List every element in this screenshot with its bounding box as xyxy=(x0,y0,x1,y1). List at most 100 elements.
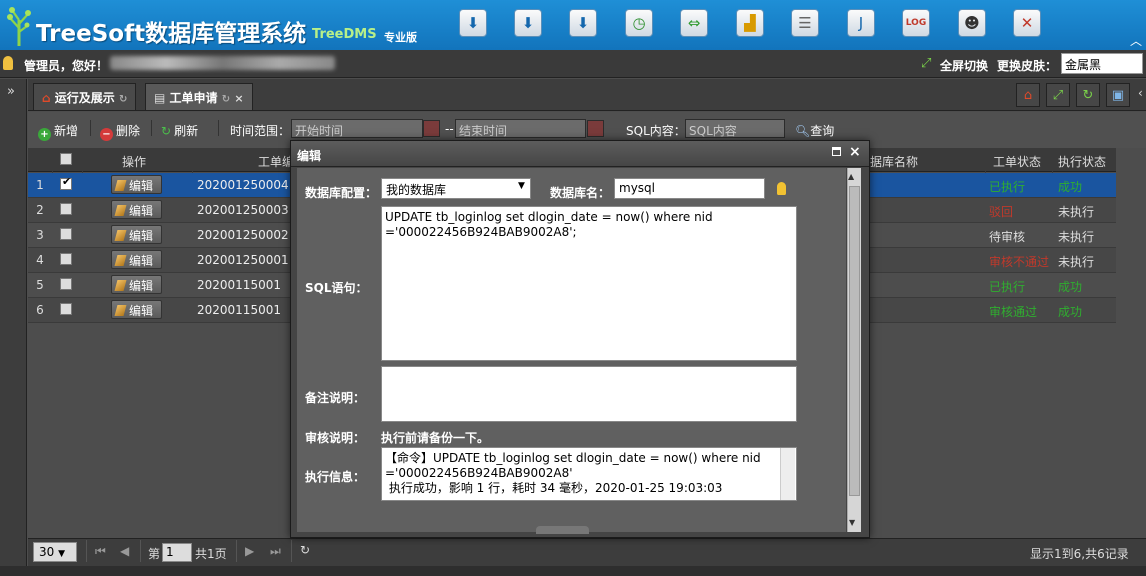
clock-icon[interactable]: ◷ xyxy=(625,9,653,37)
first-page-icon[interactable]: ⏮︎ xyxy=(95,544,106,559)
row-checkbox[interactable] xyxy=(60,278,72,290)
row-checkbox[interactable] xyxy=(60,303,72,315)
delete-button[interactable]: − 删除 xyxy=(100,122,140,141)
db-name-input[interactable]: mysql xyxy=(614,178,765,199)
left-collapsed-panel xyxy=(0,79,27,576)
row-checkbox[interactable] xyxy=(60,228,72,240)
document-icon: ▤ xyxy=(154,91,166,105)
sql-content-label: SQL内容： xyxy=(626,124,686,138)
chart-icon[interactable]: ▟ xyxy=(736,9,764,37)
scroll-down-icon[interactable]: ▼ xyxy=(849,518,855,527)
tree-logo-icon xyxy=(7,7,31,46)
collapse-right-icon[interactable]: ‹ xyxy=(1138,86,1143,100)
exec-info-scrollbar[interactable] xyxy=(780,448,795,500)
note-textarea[interactable] xyxy=(381,366,797,422)
reload-icon[interactable]: ↻ xyxy=(300,543,310,557)
home-icon: ⌂ xyxy=(42,91,51,105)
prev-page-icon[interactable]: ◀︎ xyxy=(120,544,129,558)
edit-button[interactable]: 编辑 xyxy=(111,175,162,194)
divider xyxy=(151,120,152,136)
refresh-button[interactable]: ↻ 刷新 xyxy=(161,122,198,139)
order-status: 审核通过 xyxy=(989,305,1038,319)
col-operation[interactable]: 操作 xyxy=(122,153,146,170)
fullscreen-toggle[interactable]: 全屏切换 xyxy=(940,57,988,74)
page-number-input[interactable]: 1 xyxy=(162,543,192,562)
user-icon[interactable]: ☻ xyxy=(958,9,986,37)
home-icon[interactable]: ⌂ xyxy=(1016,83,1040,107)
maximize-icon[interactable] xyxy=(832,147,841,156)
dialog-header[interactable] xyxy=(291,141,869,167)
fullscreen-icon[interactable]: ⤢ xyxy=(921,57,935,71)
lightbulb-icon[interactable] xyxy=(777,182,786,195)
close-tab-icon[interactable]: × xyxy=(234,92,243,105)
db-import-icon[interactable]: ⬇ xyxy=(459,9,487,37)
scroll-up-icon[interactable]: ▲ xyxy=(848,172,854,181)
exec-info-textarea[interactable]: 【命令】UPDATE tb_loginlog set dlogin_date =… xyxy=(381,447,797,501)
sql-textarea[interactable]: UPDATE tb_loginlog set dlogin_date = now… xyxy=(381,206,797,361)
select-all-checkbox[interactable] xyxy=(60,153,72,165)
calendar-icon[interactable] xyxy=(423,120,440,137)
db-export-icon[interactable]: ⬇ xyxy=(514,9,542,37)
order-status: 审核不通过 xyxy=(989,255,1050,269)
tab-run-display[interactable]: ⌂ 运行及展示 ↻ xyxy=(33,83,137,110)
row-checkbox[interactable] xyxy=(60,253,72,265)
edit-button[interactable]: 编辑 xyxy=(111,300,162,319)
start-time-input[interactable]: 开始时间 xyxy=(291,119,423,138)
chevron-down-icon: ▼ xyxy=(518,181,525,191)
row-checkbox[interactable]: ✔ xyxy=(60,175,72,190)
calendar-icon[interactable] xyxy=(587,120,604,137)
edit-button[interactable]: 编辑 xyxy=(111,225,162,244)
db-config-value: 我的数据库 xyxy=(386,183,447,197)
window-icon[interactable]: ▣ xyxy=(1106,83,1130,107)
sql-label: SQL语句： xyxy=(305,281,368,295)
last-page-icon[interactable]: ⏭︎ xyxy=(270,544,281,559)
dialog-grip[interactable] xyxy=(536,526,589,534)
tab-work-order[interactable]: ▤ 工单申请 ↻ × xyxy=(145,83,253,110)
row-checkbox[interactable] xyxy=(60,203,72,215)
refresh-label: 刷新 xyxy=(174,124,199,138)
refresh-tab-icon[interactable]: ↻ xyxy=(222,94,230,105)
db-config-select[interactable]: 我的数据库 ▼ xyxy=(381,178,531,199)
edit-button[interactable]: 编辑 xyxy=(111,250,162,269)
swap-arrows-icon[interactable]: ⇔ xyxy=(680,9,708,37)
edit-label: 编辑 xyxy=(129,229,154,243)
db-sync-icon[interactable]: ⬇ xyxy=(569,9,597,37)
query-button[interactable]: 🔍︎查询 xyxy=(795,122,834,139)
row-number: 1 xyxy=(36,178,44,192)
search-icon: 🔍︎ xyxy=(795,124,811,138)
refresh-icon[interactable]: ↻ xyxy=(1076,83,1100,107)
page-size-select[interactable]: 30 ▼ xyxy=(33,542,77,562)
next-page-icon[interactable]: ▶︎ xyxy=(245,544,254,558)
close-icon[interactable]: × xyxy=(849,144,861,160)
minus-icon: − xyxy=(100,128,113,141)
skin-label: 更换皮肤： xyxy=(997,59,1058,73)
app-edition: 专业版 xyxy=(384,31,417,44)
col-order-status[interactable]: 工单状态 xyxy=(993,153,1041,170)
exec-info-label: 执行信息： xyxy=(305,470,366,484)
sql-content-input[interactable]: SQL内容 xyxy=(685,119,785,138)
col-db-name[interactable]: 据库名称 xyxy=(870,153,918,170)
collapse-header-icon[interactable]: ︿ xyxy=(1130,32,1142,49)
divider xyxy=(140,540,141,562)
order-number: 20200115001 xyxy=(197,303,281,317)
total-pages: 共1页 xyxy=(195,547,227,561)
scroll-thumb[interactable] xyxy=(849,186,860,496)
tools-icon[interactable]: ✕ xyxy=(1013,9,1041,37)
col-order-no[interactable]: 工单编 xyxy=(258,153,294,170)
log-icon[interactable]: LOG xyxy=(902,9,930,37)
java-icon[interactable]: J xyxy=(847,9,875,37)
expand-panel-icon[interactable]: » xyxy=(7,84,15,99)
skin-select[interactable]: 金属黑 xyxy=(1061,53,1143,74)
database-icon[interactable]: ☰ xyxy=(791,9,819,37)
end-time-input[interactable]: 结束时间 xyxy=(455,119,586,138)
range-separator: -- xyxy=(445,122,454,136)
add-button[interactable]: + 新增 xyxy=(38,122,78,141)
col-exec-status[interactable]: 执行状态 xyxy=(1058,153,1106,170)
pencil-icon xyxy=(114,280,127,291)
exec-status: 成功 xyxy=(1058,280,1083,294)
refresh-tab-icon[interactable]: ↻ xyxy=(119,94,127,105)
fullscreen-icon[interactable]: ⤢ xyxy=(1046,83,1070,107)
edit-button[interactable]: 编辑 xyxy=(111,200,162,219)
edit-button[interactable]: 编辑 xyxy=(111,275,162,294)
chevron-down-icon: ▼ xyxy=(58,549,66,559)
